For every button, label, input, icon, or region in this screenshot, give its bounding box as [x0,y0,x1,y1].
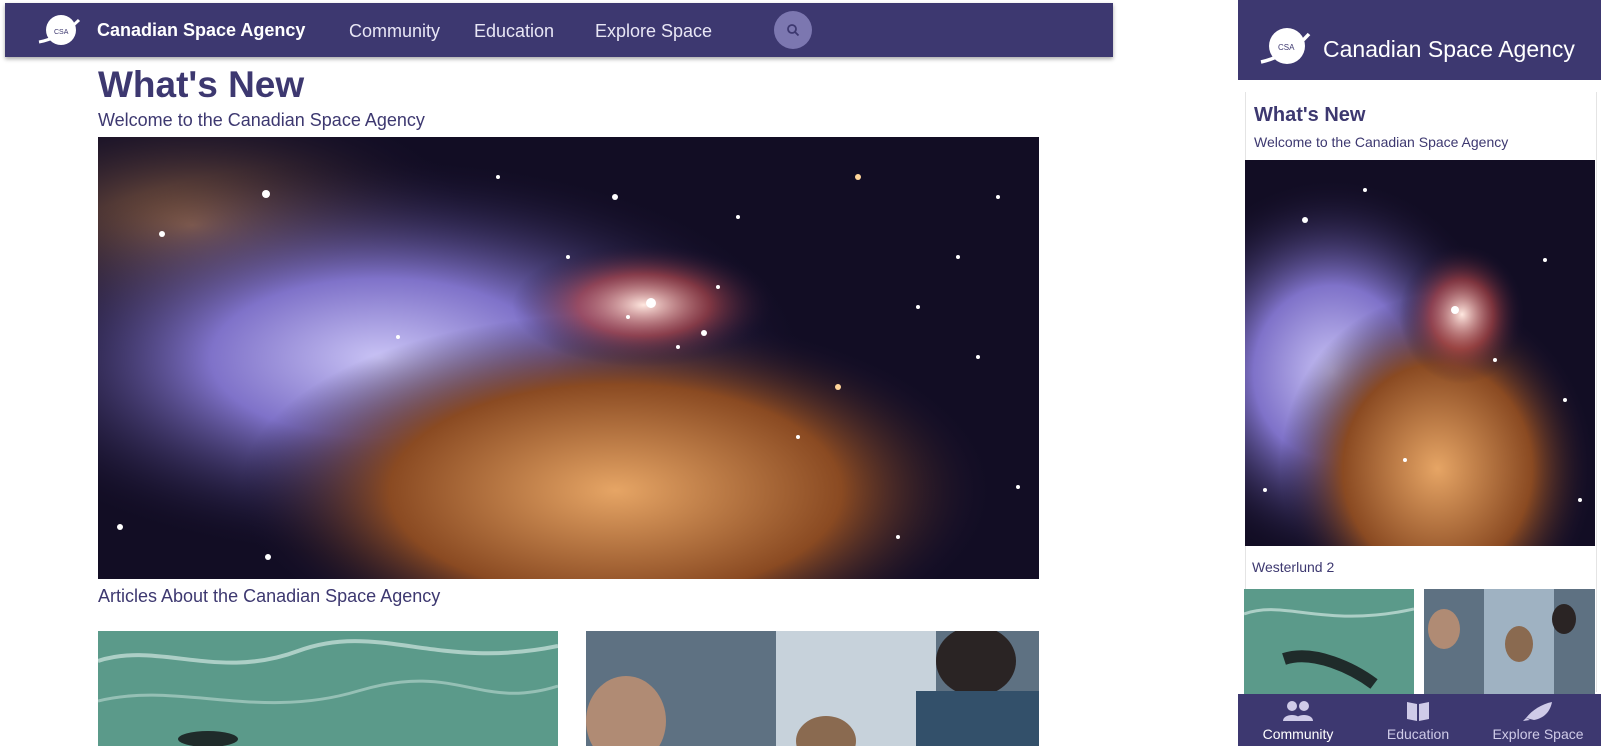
mobile-header: CSA Canadian Space Agency [1238,0,1601,80]
mobile-article-image-lab[interactable] [1424,589,1595,694]
article-image-whale[interactable] [98,631,558,746]
search-button[interactable] [774,11,812,49]
tab-education[interactable]: Education [1358,694,1478,746]
nav-community[interactable]: Community [349,21,440,42]
mobile-article-image-whale[interactable] [1244,589,1414,694]
mobile-brand-name[interactable]: Canadian Space Agency [1323,36,1575,63]
mobile-page-subtitle: Welcome to the Canadian Space Agency [1254,134,1509,150]
articles-heading: Articles About the Canadian Space Agency [98,586,441,606]
people-icon [1283,701,1313,721]
svg-text:CSA: CSA [54,29,69,36]
bottom-navigation: Community Education Explore Space [1238,694,1601,746]
page-title: What's New [98,64,305,105]
tab-explore-space-label: Explore Space [1492,726,1584,742]
nav-education[interactable]: Education [474,21,554,42]
svg-text:CSA: CSA [1278,43,1295,52]
mobile-preview: CSA Canadian Space Agency What's New Wel… [1238,0,1601,746]
brand-name[interactable]: Canadian Space Agency [97,20,305,41]
search-icon [787,24,800,37]
tab-community-label: Community [1262,726,1334,742]
csa-logo-icon[interactable]: CSA [1259,24,1311,70]
desktop-header: CSA Canadian Space Agency Community Educ… [5,3,1113,57]
nav-explore-space[interactable]: Explore Space [595,21,712,42]
tab-education-label: Education [1386,726,1450,742]
book-icon [1407,702,1429,721]
tab-explore-space[interactable]: Explore Space [1478,694,1598,746]
mobile-page-title: What's New [1254,104,1366,126]
image-caption: Westerlund 2 [1252,559,1335,575]
tab-community[interactable]: Community [1238,694,1358,746]
csa-logo-icon[interactable]: CSA [37,12,83,50]
page-subtitle: Welcome to the Canadian Space Agency [98,110,425,130]
article-image-lab[interactable] [586,631,1039,746]
mobile-hero-image[interactable] [1245,160,1595,546]
hero-image[interactable] [98,137,1039,579]
rocket-icon [1523,702,1552,721]
